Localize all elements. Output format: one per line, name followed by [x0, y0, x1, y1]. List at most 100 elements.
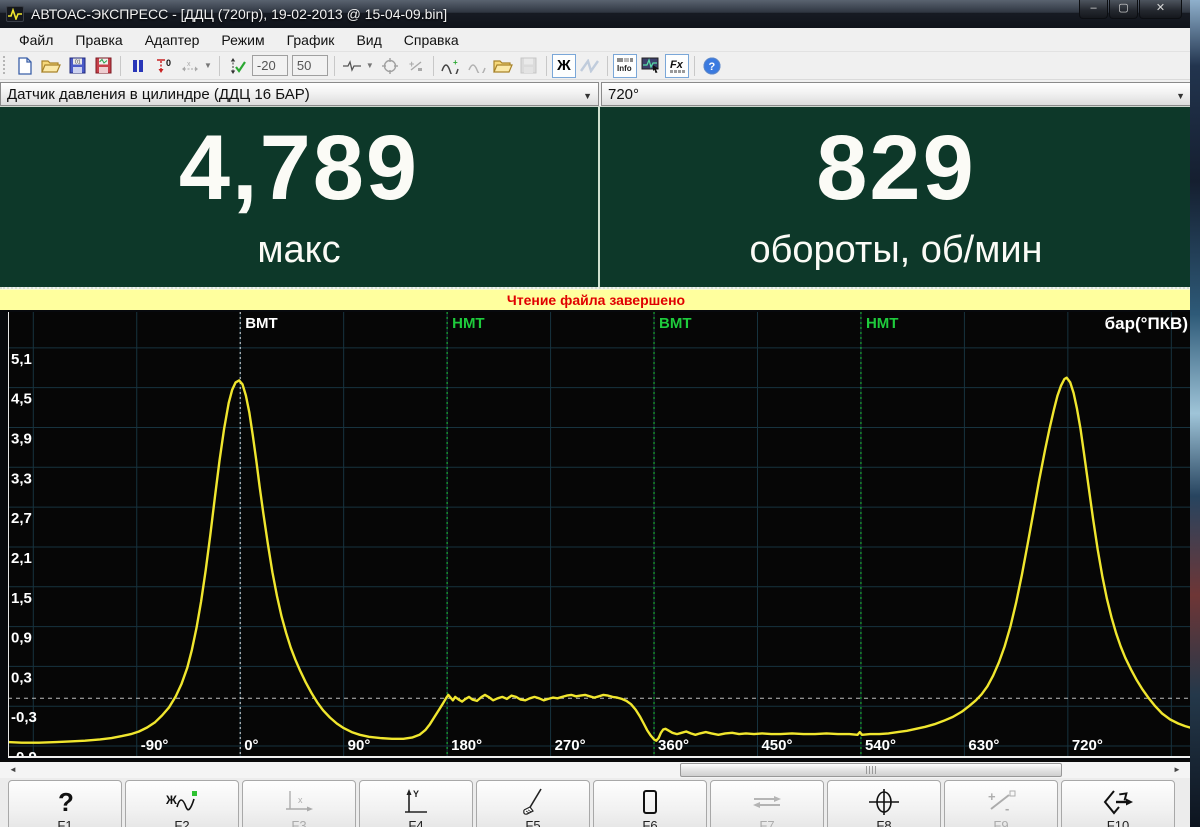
svg-text:1,5: 1,5 [11, 590, 32, 607]
signal-select[interactable]: Датчик давления в цилиндре (ДДЦ 16 БАР) … [0, 82, 599, 106]
svg-text:ВМТ: ВМТ [245, 315, 278, 332]
plus-minus-icon: +- [985, 787, 1017, 817]
selector-row: Датчик давления в цилиндре (ДДЦ 16 БАР) … [0, 82, 1192, 106]
svg-text:НМТ: НМТ [866, 315, 899, 332]
svg-text:x: x [187, 61, 191, 68]
app-logo-icon [6, 6, 24, 22]
fkey-f1-help[interactable]: ? F1 [8, 780, 122, 827]
fkey-f5-stylus[interactable]: F5 [476, 780, 590, 827]
svg-text:360°: 360° [658, 737, 689, 754]
wave-style-dropdown-icon[interactable]: ▼ [366, 61, 374, 70]
bold-trace-icon[interactable]: Ж [552, 54, 576, 78]
menu-edit[interactable]: Правка [64, 29, 133, 51]
open-file-icon[interactable] [39, 54, 63, 78]
add-curve-icon[interactable]: + [439, 54, 463, 78]
svg-text:?: ? [58, 788, 74, 816]
wave-style-icon[interactable] [340, 54, 364, 78]
svg-text:4,5: 4,5 [11, 391, 32, 408]
signal-select-value: Датчик давления в цилиндре (ДДЦ 16 БАР) [7, 86, 310, 103]
question-icon: ? [52, 787, 78, 817]
menu-mode[interactable]: Режим [210, 29, 275, 51]
monitor-icon[interactable] [639, 54, 663, 78]
desktop-background-edge [1190, 0, 1200, 827]
svg-text:Info: Info [617, 64, 632, 73]
pause-icon[interactable] [126, 54, 150, 78]
open-overlay-icon[interactable] [491, 54, 515, 78]
menu-file[interactable]: Файл [8, 29, 64, 51]
svg-text:90°: 90° [348, 737, 371, 754]
fkey-f4-y-scale[interactable]: Y F4 [359, 780, 473, 827]
svg-text:3,9: 3,9 [11, 430, 32, 447]
plus-minus-icon[interactable]: + [404, 54, 428, 78]
status-message: Чтение файла завершено [507, 292, 685, 308]
svg-text:270°: 270° [555, 737, 586, 754]
x-expand-icon[interactable]: x [178, 54, 202, 78]
menu-help[interactable]: Справка [393, 29, 470, 51]
svg-text:-0,3: -0,3 [11, 709, 37, 726]
info-panel-icon[interactable]: Info [613, 54, 637, 78]
svg-text:бар(°ПКВ): бар(°ПКВ) [1105, 314, 1188, 333]
pressure-trace-plot[interactable]: ВМТНМТВМТНМТбар(°ПКВ)5,14,53,93,32,72,11… [8, 312, 1192, 758]
svg-text:01: 01 [75, 60, 81, 66]
scale-input[interactable] [292, 55, 328, 76]
svg-text:0°: 0° [244, 737, 258, 754]
max-pressure-label: макс [257, 229, 340, 272]
ellipse-cursor-icon [867, 787, 901, 817]
svg-text:+: + [453, 58, 458, 67]
close-button[interactable]: ✕ [1139, 0, 1182, 19]
x-expand-dropdown-icon[interactable]: ▼ [204, 61, 212, 70]
svg-text:?: ? [708, 61, 715, 73]
offset-input[interactable] [252, 55, 288, 76]
rpm-panel: 829 обороты, об/мин [600, 107, 1192, 287]
fkey-f10-exit[interactable]: F10 [1061, 780, 1175, 827]
save-chart-icon[interactable] [91, 54, 115, 78]
range-select[interactable]: 720° ▼ [601, 82, 1192, 106]
scroll-left-icon[interactable]: ◄ [6, 763, 20, 777]
menu-bar: Файл Правка Адаптер Режим График Вид Спр… [0, 28, 1192, 52]
save-signal-icon[interactable]: 01 [65, 54, 89, 78]
max-pressure-panel: 4,789 макс [0, 107, 598, 287]
new-file-icon[interactable] [13, 54, 37, 78]
function-key-bar: ? F1 Ж F2 x F3 Y F4 F5 [0, 778, 1192, 827]
max-pressure-value: 4,789 [179, 122, 419, 216]
minimize-button[interactable]: – [1079, 0, 1108, 19]
toolbar-grip [3, 56, 8, 76]
menu-graph[interactable]: График [276, 29, 346, 51]
fkey-f8-cursor[interactable]: F8 [827, 780, 941, 827]
zero-level-icon[interactable]: 0 [152, 54, 176, 78]
scroll-right-icon[interactable]: ► [1170, 763, 1184, 777]
readout-panels: 4,789 макс 829 обороты, об/мин [0, 106, 1192, 289]
svg-text:720°: 720° [1072, 737, 1103, 754]
oscillogram-chart[interactable]: ВМТНМТВМТНМТбар(°ПКВ)5,14,53,93,32,72,11… [0, 310, 1192, 760]
stylus-icon [520, 787, 546, 817]
title-bar: АВТОАС-ЭКСПРЕСС - [ДДЦ (720гр), 19-02-20… [0, 0, 1192, 28]
chart-hscrollbar[interactable]: ◄ ► [0, 760, 1192, 778]
maximize-button[interactable]: ▢ [1109, 0, 1138, 19]
scrollbar-thumb[interactable] [680, 763, 1062, 777]
svg-text:630°: 630° [968, 737, 999, 754]
svg-text:x: x [298, 795, 303, 805]
menu-adapter[interactable]: Адаптер [134, 29, 211, 51]
chevron-down-icon: ▼ [1176, 91, 1185, 101]
zoom-wave-icon: Ж [165, 787, 199, 817]
svg-text:2,7: 2,7 [11, 510, 32, 527]
svg-text:-: - [1005, 801, 1009, 815]
fkey-f9-plus-minus: +- F9 [944, 780, 1058, 827]
curve-icon[interactable] [465, 54, 489, 78]
svg-text:ВМТ: ВМТ [659, 315, 692, 332]
svg-text:0,9: 0,9 [11, 630, 32, 647]
thin-trace-icon[interactable] [578, 54, 602, 78]
fkey-f6-frame[interactable]: F6 [593, 780, 707, 827]
save-overlay-icon[interactable] [517, 54, 541, 78]
y-scale-icon: Y [401, 787, 431, 817]
svg-text:Ж: Ж [165, 793, 177, 807]
menu-view[interactable]: Вид [345, 29, 392, 51]
svg-text:0,3: 0,3 [11, 669, 32, 686]
svg-text:5,1: 5,1 [11, 351, 32, 368]
range-select-value: 720° [608, 86, 639, 103]
fkey-f2-zoom-wave[interactable]: Ж F2 [125, 780, 239, 827]
help-icon[interactable]: ? [700, 54, 724, 78]
move-target-icon[interactable] [378, 54, 402, 78]
y-fit-icon[interactable] [225, 54, 249, 78]
fx-panel-icon[interactable]: Fx [665, 54, 689, 78]
